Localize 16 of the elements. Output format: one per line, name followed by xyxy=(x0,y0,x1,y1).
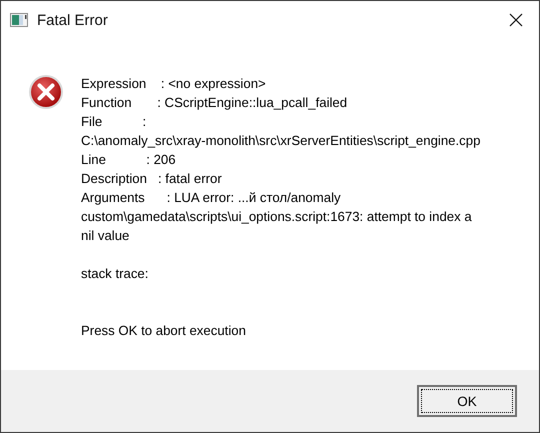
window-title: Fatal Error xyxy=(37,12,109,28)
message-line: File : xyxy=(81,113,148,131)
message-line: Description : fatal error xyxy=(81,170,223,188)
message-line: Press OK to abort execution xyxy=(81,322,247,340)
close-icon xyxy=(509,13,523,27)
ok-button[interactable]: OK xyxy=(417,385,517,417)
error-icon xyxy=(28,74,64,110)
window-app-icon xyxy=(10,13,28,27)
message-line: Function : CScriptEngine::lua_pcall_failed xyxy=(81,94,348,112)
message-line: custom\gamedata\scripts\ui_options.script:1673: attempt to index a xyxy=(81,208,473,226)
message-line: stack trace: xyxy=(81,265,150,283)
message-line: C:\anomaly_src\xray-monolith\src\xrServerEntities\script_engine.cpp xyxy=(81,132,480,150)
message-line: Expression : <no expression> xyxy=(81,75,267,93)
message-line: Line : 206 xyxy=(81,151,177,169)
message-line: Arguments : LUA error: ...й стол/anomaly xyxy=(81,189,342,207)
message-line: nil value xyxy=(81,227,130,245)
